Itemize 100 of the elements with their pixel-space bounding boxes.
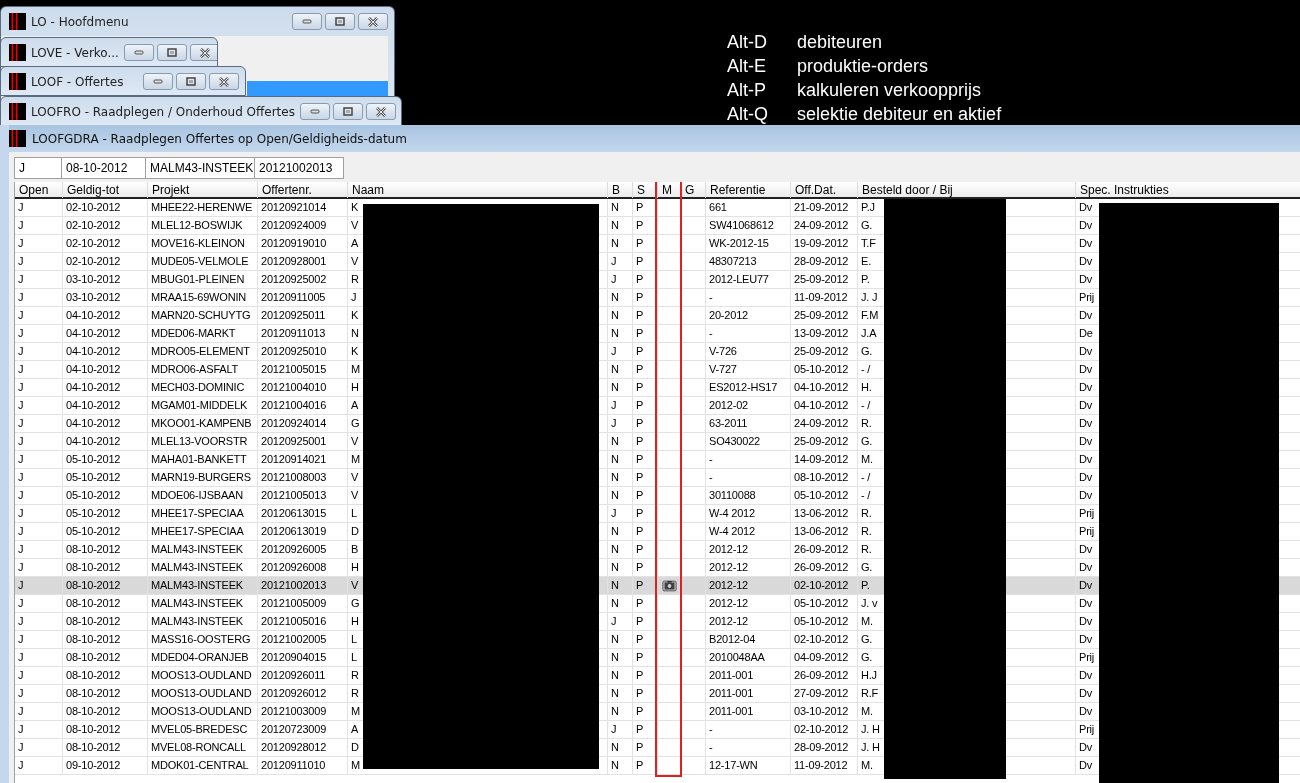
column-header[interactable]: Naam	[348, 182, 608, 198]
table-cell: 20120924009	[261, 219, 327, 231]
table-cell: B	[351, 543, 359, 555]
table-cell: J	[18, 345, 24, 357]
table-cell: MARN20-SCHUYTG	[151, 309, 251, 321]
table-cell: 02-10-2012	[66, 237, 121, 249]
table-cell: M	[351, 705, 360, 717]
table-cell: MRAA15-69WONIN	[151, 291, 246, 303]
table-cell: 2011-001	[709, 669, 754, 681]
table-cell: MOVE16-KLEINON	[151, 237, 245, 249]
close-button[interactable]	[209, 73, 239, 90]
column-header[interactable]: Geldig-tot	[63, 182, 148, 198]
table-cell: A	[351, 237, 359, 249]
table-cell: 20120924014	[261, 417, 327, 429]
table-cell: N	[611, 525, 619, 537]
table-cell: MHEE17-SPECIAA	[151, 507, 244, 519]
maximize-button[interactable]	[176, 73, 206, 90]
table-cell: 02-10-2012	[66, 255, 121, 267]
minimize-button[interactable]	[143, 73, 173, 90]
column-header[interactable]: B	[608, 182, 633, 198]
input-field[interactable]: 20121002013	[254, 157, 344, 179]
table-cell: MALM43-INSTEEK	[151, 579, 243, 591]
table-cell: Prij	[1079, 723, 1095, 735]
table-cell: V	[351, 579, 359, 591]
column-header[interactable]: G	[681, 182, 706, 198]
close-button[interactable]	[358, 13, 388, 30]
table-cell: P	[636, 291, 644, 303]
table-cell: J	[18, 651, 24, 663]
table-cell: - /	[861, 399, 871, 411]
table-cell: J	[18, 561, 24, 573]
minimize-button[interactable]	[123, 44, 154, 61]
maximize-button[interactable]	[332, 103, 363, 120]
table-cell: T.F	[861, 237, 876, 249]
table-cell: 02-10-2012	[66, 219, 121, 231]
shortcut-label: debiteuren	[797, 31, 884, 53]
table-cell: Dv	[1079, 543, 1093, 555]
table-cell: ES2012-HS17	[709, 381, 778, 393]
table-cell: J	[18, 273, 24, 285]
table-cell: N	[611, 651, 619, 663]
column-header[interactable]: Open	[15, 182, 63, 198]
column-header[interactable]: Off.Dat.	[791, 182, 858, 198]
column-header[interactable]: S	[633, 182, 658, 198]
column-header[interactable]: Projekt	[148, 182, 258, 198]
input-field[interactable]: MALM43-INSTEEK	[145, 157, 255, 179]
table-cell: N	[611, 471, 619, 483]
table-cell: J. H	[861, 723, 880, 735]
table-cell: 20121003009	[261, 705, 327, 717]
table-cell: 2011-001	[709, 687, 754, 699]
table-cell: J	[611, 615, 617, 627]
table-cell: Dv	[1079, 741, 1093, 753]
table-cell: N	[611, 633, 619, 645]
app-icon	[9, 103, 26, 120]
column-header[interactable]: Offertenr.	[258, 182, 348, 198]
table-cell: W-4 2012	[709, 507, 755, 519]
column-header[interactable]: Spec. Instrukties	[1076, 182, 1300, 198]
table-cell: 20120911013	[261, 327, 326, 339]
table-cell: Dv	[1079, 759, 1093, 771]
minimize-button[interactable]	[299, 103, 330, 120]
app-icon	[9, 13, 26, 30]
table-cell: 14-09-2012	[794, 453, 849, 465]
table-cell: P	[636, 543, 644, 555]
table-cell: 20121005013	[261, 489, 327, 501]
table-cell: N	[611, 309, 619, 321]
table-cell: 08-10-2012	[66, 561, 121, 573]
table-cell: H	[351, 561, 359, 573]
column-header[interactable]: Referentie	[706, 182, 791, 198]
table-cell: MDRO05-ELEMENT	[151, 345, 250, 357]
table-cell: 04-10-2012	[66, 363, 121, 375]
close-button[interactable]	[365, 103, 396, 120]
table-cell: K	[351, 309, 359, 321]
camera-icon[interactable]	[659, 578, 679, 593]
table-cell: 25-09-2012	[794, 309, 849, 321]
table-cell: 08-10-2012	[66, 633, 121, 645]
column-header[interactable]: Besteld door / Bij	[858, 182, 1076, 198]
table-cell: J	[611, 507, 617, 519]
table-cell: N	[611, 669, 619, 681]
minimize-button[interactable]	[292, 13, 322, 30]
table-cell: 08-10-2012	[66, 579, 121, 591]
table-cell: 30110088	[709, 489, 756, 501]
table-cell: 25-09-2012	[794, 273, 849, 285]
table-cell: J	[18, 687, 24, 699]
table-cell: V-727	[709, 363, 737, 375]
table-cell: Prij	[1079, 291, 1095, 303]
table-cell: 08-10-2012	[66, 741, 121, 753]
table-cell: Dv	[1079, 309, 1093, 321]
maximize-button[interactable]	[156, 44, 187, 61]
table-cell: 03-10-2012	[66, 291, 121, 303]
input-field[interactable]: J	[14, 157, 62, 179]
table-cell: -	[709, 471, 713, 483]
table-cell: J	[18, 417, 24, 429]
table-cell: P	[636, 723, 644, 735]
maximize-button[interactable]	[325, 13, 355, 30]
window-title: LOOF - Offertes	[31, 73, 125, 91]
table-cell: P	[636, 687, 644, 699]
table-cell: 48307213	[709, 255, 757, 267]
input-field[interactable]: 08-10-2012	[61, 157, 146, 179]
table-cell: P	[636, 345, 644, 357]
table-cell: MGAM01-MIDDELK	[151, 399, 248, 411]
column-header[interactable]: M	[658, 182, 681, 198]
close-button[interactable]	[189, 44, 217, 61]
